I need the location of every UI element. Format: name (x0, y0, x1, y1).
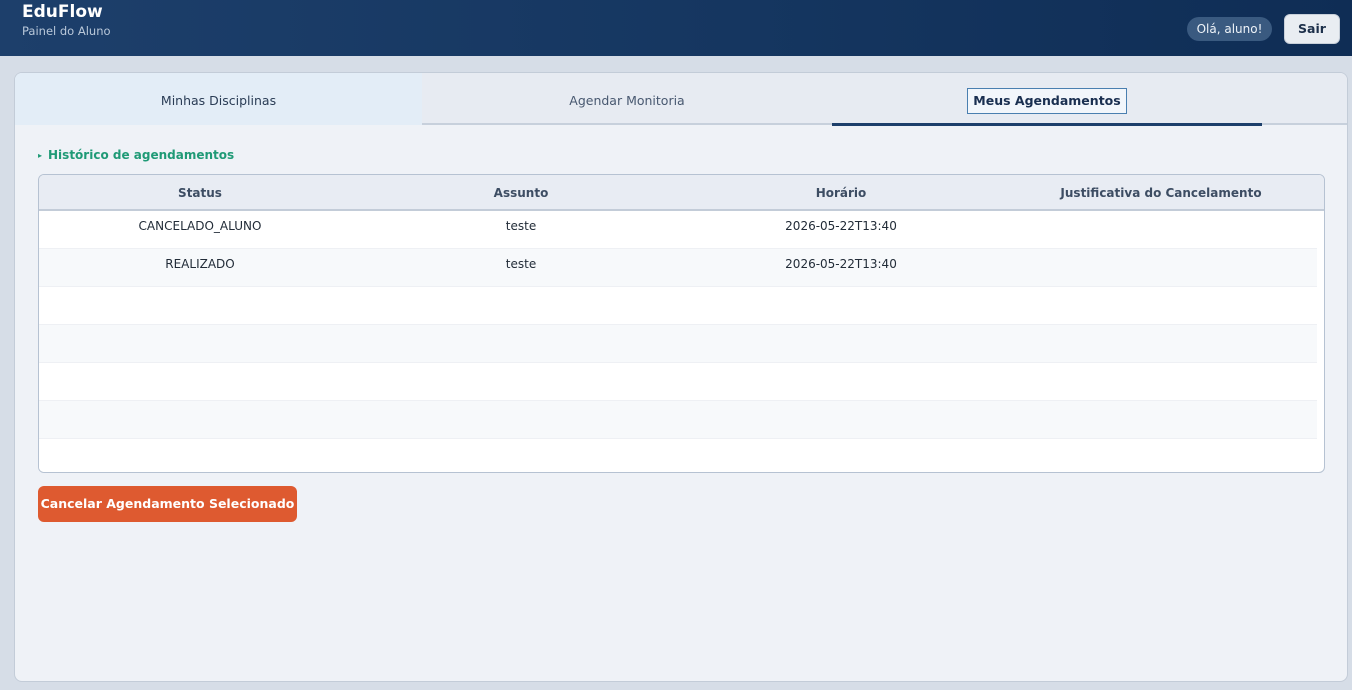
empty-row (39, 363, 1317, 401)
triangle-right-icon: ▸ (38, 151, 43, 160)
empty-row (39, 325, 1317, 363)
main-panel: Minhas Disciplinas Agendar Monitoria Meu… (14, 72, 1348, 682)
cell-assunto: teste (505, 257, 537, 271)
cell-horario: 2026-05-22T13:40 (785, 257, 897, 271)
column-header-assunto[interactable]: Assunto (361, 175, 681, 211)
cell-horario: 2026-05-22T13:40 (785, 219, 897, 233)
cell-status: REALIZADO (165, 257, 235, 271)
appointments-table: Status Assunto Horário Justificativa do … (38, 174, 1325, 473)
history-section-toggle[interactable]: ▸ Histórico de agendamentos (38, 148, 234, 162)
cell-assunto: teste (505, 219, 537, 233)
tab-agendar-monitoria[interactable]: Agendar Monitoria (422, 73, 832, 125)
logout-button[interactable]: Sair (1284, 14, 1340, 44)
empty-row (39, 287, 1317, 325)
column-header-justificativa[interactable]: Justificativa do Cancelamento (1001, 175, 1321, 211)
tab-bar: Minhas Disciplinas Agendar Monitoria Meu… (15, 73, 1347, 126)
table-row[interactable]: REALIZADO teste 2026-05-22T13:40 (39, 249, 1317, 287)
empty-row (39, 401, 1317, 439)
table-header: Status Assunto Horário Justificativa do … (39, 175, 1324, 211)
user-greeting-badge: Olá, aluno! (1187, 17, 1272, 41)
column-header-horario[interactable]: Horário (681, 175, 1001, 211)
cell-status: CANCELADO_ALUNO (138, 219, 262, 233)
history-section-title: Histórico de agendamentos (48, 148, 235, 162)
app-subtitle: Painel do Aluno (22, 24, 111, 38)
cell-justificativa (1001, 211, 1321, 249)
tab-minhas-disciplinas[interactable]: Minhas Disciplinas (15, 73, 422, 125)
cell-justificativa (1001, 249, 1321, 287)
column-header-status[interactable]: Status (39, 175, 361, 211)
table-row[interactable]: CANCELADO_ALUNO teste 2026-05-22T13:40 (39, 211, 1317, 249)
app-title: EduFlow (22, 2, 103, 22)
cancel-appointment-button[interactable]: Cancelar Agendamento Selecionado (38, 486, 297, 522)
app-header: EduFlow Painel do Aluno Olá, aluno! Sair (0, 0, 1352, 56)
tab-meus-agendamentos[interactable]: Meus Agendamentos (832, 73, 1262, 126)
tab-meus-agendamentos-label: Meus Agendamentos (967, 88, 1127, 114)
empty-row (39, 439, 1317, 472)
